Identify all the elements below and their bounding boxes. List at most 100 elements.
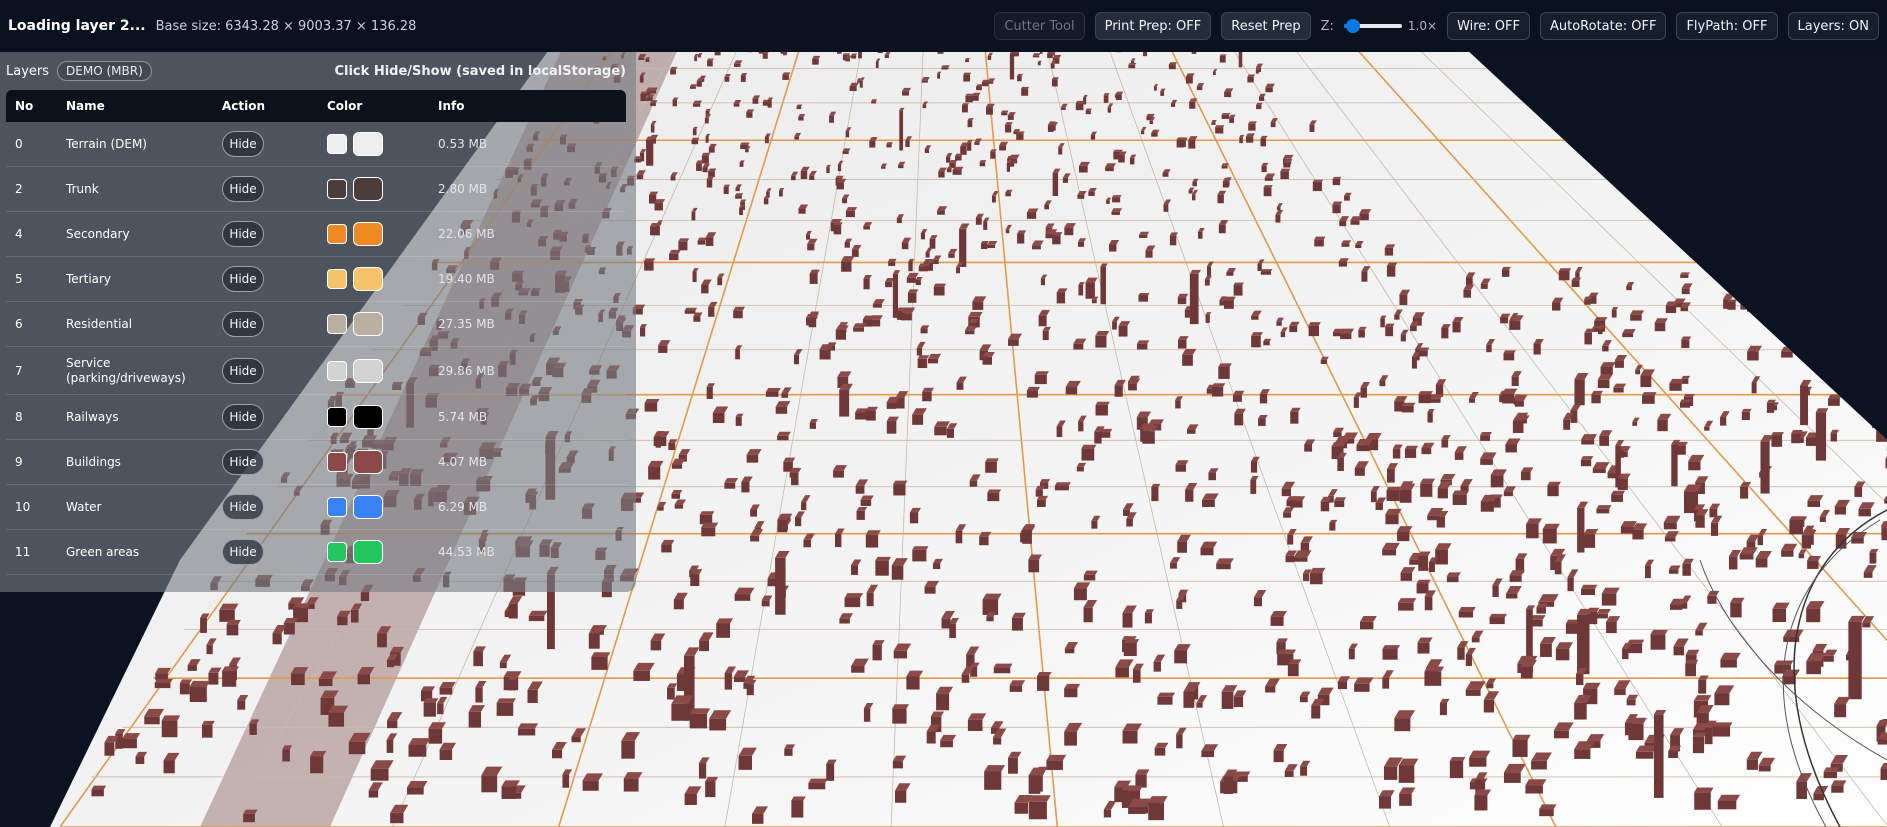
building-wall [775, 406, 788, 414]
building-wall [1259, 393, 1268, 404]
color-picker-swatch[interactable] [353, 177, 383, 201]
building-wall [1036, 499, 1046, 507]
building-wall [1877, 739, 1887, 745]
color-swatch-small[interactable] [327, 224, 347, 244]
building [1848, 325, 1862, 333]
building-wall [1710, 522, 1719, 536]
building-wall [1592, 468, 1606, 473]
hide-layer-button[interactable]: Hide [222, 131, 264, 157]
building-wall [956, 382, 964, 390]
hide-layer-button[interactable]: Hide [222, 311, 264, 337]
building-wall [1095, 335, 1107, 348]
hide-layer-button[interactable]: Hide [222, 404, 264, 430]
flypath-toggle[interactable]: FlyPath: OFF [1676, 12, 1778, 40]
building-wall [886, 402, 897, 409]
color-picker-swatch[interactable] [353, 132, 383, 156]
building-wall [690, 574, 700, 587]
building-wall [282, 749, 290, 762]
color-swatch-small[interactable] [327, 452, 347, 472]
color-swatch-small[interactable] [327, 269, 347, 289]
color-swatch-small[interactable] [327, 542, 347, 562]
autorotate-toggle[interactable]: AutoRotate: OFF [1540, 12, 1667, 40]
color-picker-swatch[interactable] [353, 358, 383, 383]
building-wall [863, 278, 870, 290]
hide-layer-button[interactable]: Hide [222, 357, 264, 384]
building-wall [1834, 506, 1847, 515]
building-wall [1788, 293, 1796, 304]
building [684, 307, 698, 314]
color-picker-swatch[interactable] [353, 495, 383, 519]
color-swatch-small[interactable] [327, 134, 347, 154]
z-scale-slider[interactable] [1343, 17, 1402, 35]
hide-layer-button[interactable]: Hide [222, 449, 264, 475]
color-picker-swatch[interactable] [353, 450, 383, 474]
building-roof [1627, 639, 1645, 644]
layer-no: 2 [15, 182, 23, 196]
building-wall [1196, 702, 1203, 708]
building-wall [1617, 478, 1628, 491]
color-swatch-small[interactable] [327, 407, 347, 427]
color-picker-swatch[interactable] [353, 312, 383, 336]
color-swatch-small[interactable] [327, 497, 347, 517]
building-wall [1471, 637, 1480, 643]
building-wall [851, 249, 859, 257]
hide-layer-button[interactable]: Hide [222, 266, 264, 292]
building-roof [985, 458, 999, 462]
layers-toggle[interactable]: Layers: ON [1787, 12, 1879, 40]
slider-thumb[interactable] [1346, 19, 1361, 33]
building-roof [1334, 497, 1347, 501]
building-wall [623, 778, 639, 792]
wire-toggle[interactable]: Wire: OFF [1447, 12, 1530, 40]
building-wall [291, 673, 305, 686]
building-wall [819, 349, 831, 360]
hide-layer-button[interactable]: Hide [222, 221, 264, 247]
building-roof [844, 593, 864, 598]
building-wall [1176, 734, 1183, 749]
building-wall [712, 412, 725, 423]
building-roof [1788, 288, 1798, 294]
building-wall [552, 749, 563, 759]
building-wall [1263, 187, 1272, 197]
building-roof [892, 704, 909, 709]
building-wall [1620, 526, 1634, 534]
building-wall [135, 756, 145, 765]
building-wall [1490, 475, 1504, 488]
hide-layer-button[interactable]: Hide [222, 539, 264, 565]
building [808, 778, 828, 790]
building-wall [386, 739, 394, 753]
building-wall [972, 95, 979, 101]
color-picker-swatch[interactable] [353, 540, 383, 564]
building-roof [691, 137, 700, 140]
building [1694, 787, 1714, 810]
building-wall [741, 481, 750, 493]
building-wall [763, 198, 769, 205]
color-picker-swatch[interactable] [353, 267, 383, 291]
building-wall [1021, 88, 1029, 96]
building-wall [794, 136, 800, 140]
building-wall [920, 328, 928, 334]
hide-layer-button[interactable]: Hide [222, 494, 264, 520]
building-wall [163, 760, 175, 774]
cutter-tool-button[interactable]: Cutter Tool [994, 12, 1085, 40]
building-wall [1460, 485, 1469, 491]
building-wall [946, 169, 952, 173]
color-picker-swatch[interactable] [353, 222, 383, 246]
reset-prep-button[interactable]: Reset Prep [1221, 12, 1311, 40]
building-wall [965, 59, 969, 63]
building-roof [1121, 785, 1144, 791]
building-wall [671, 464, 683, 469]
building [1873, 366, 1887, 378]
color-swatch-small[interactable] [327, 179, 347, 199]
building-wall [1064, 688, 1078, 698]
hide-layer-button[interactable]: Hide [222, 176, 264, 202]
color-swatch-small[interactable] [327, 314, 347, 334]
color-picker-swatch[interactable] [353, 405, 383, 429]
color-swatch-small[interactable] [327, 360, 347, 381]
building-wall [318, 678, 333, 687]
building-roof [1064, 683, 1081, 689]
print-prep-toggle[interactable]: Print Prep: OFF [1094, 12, 1212, 40]
building [699, 511, 715, 525]
building-wall [1664, 537, 1676, 542]
layer-no: 10 [15, 500, 31, 514]
building-wall [1005, 192, 1011, 197]
